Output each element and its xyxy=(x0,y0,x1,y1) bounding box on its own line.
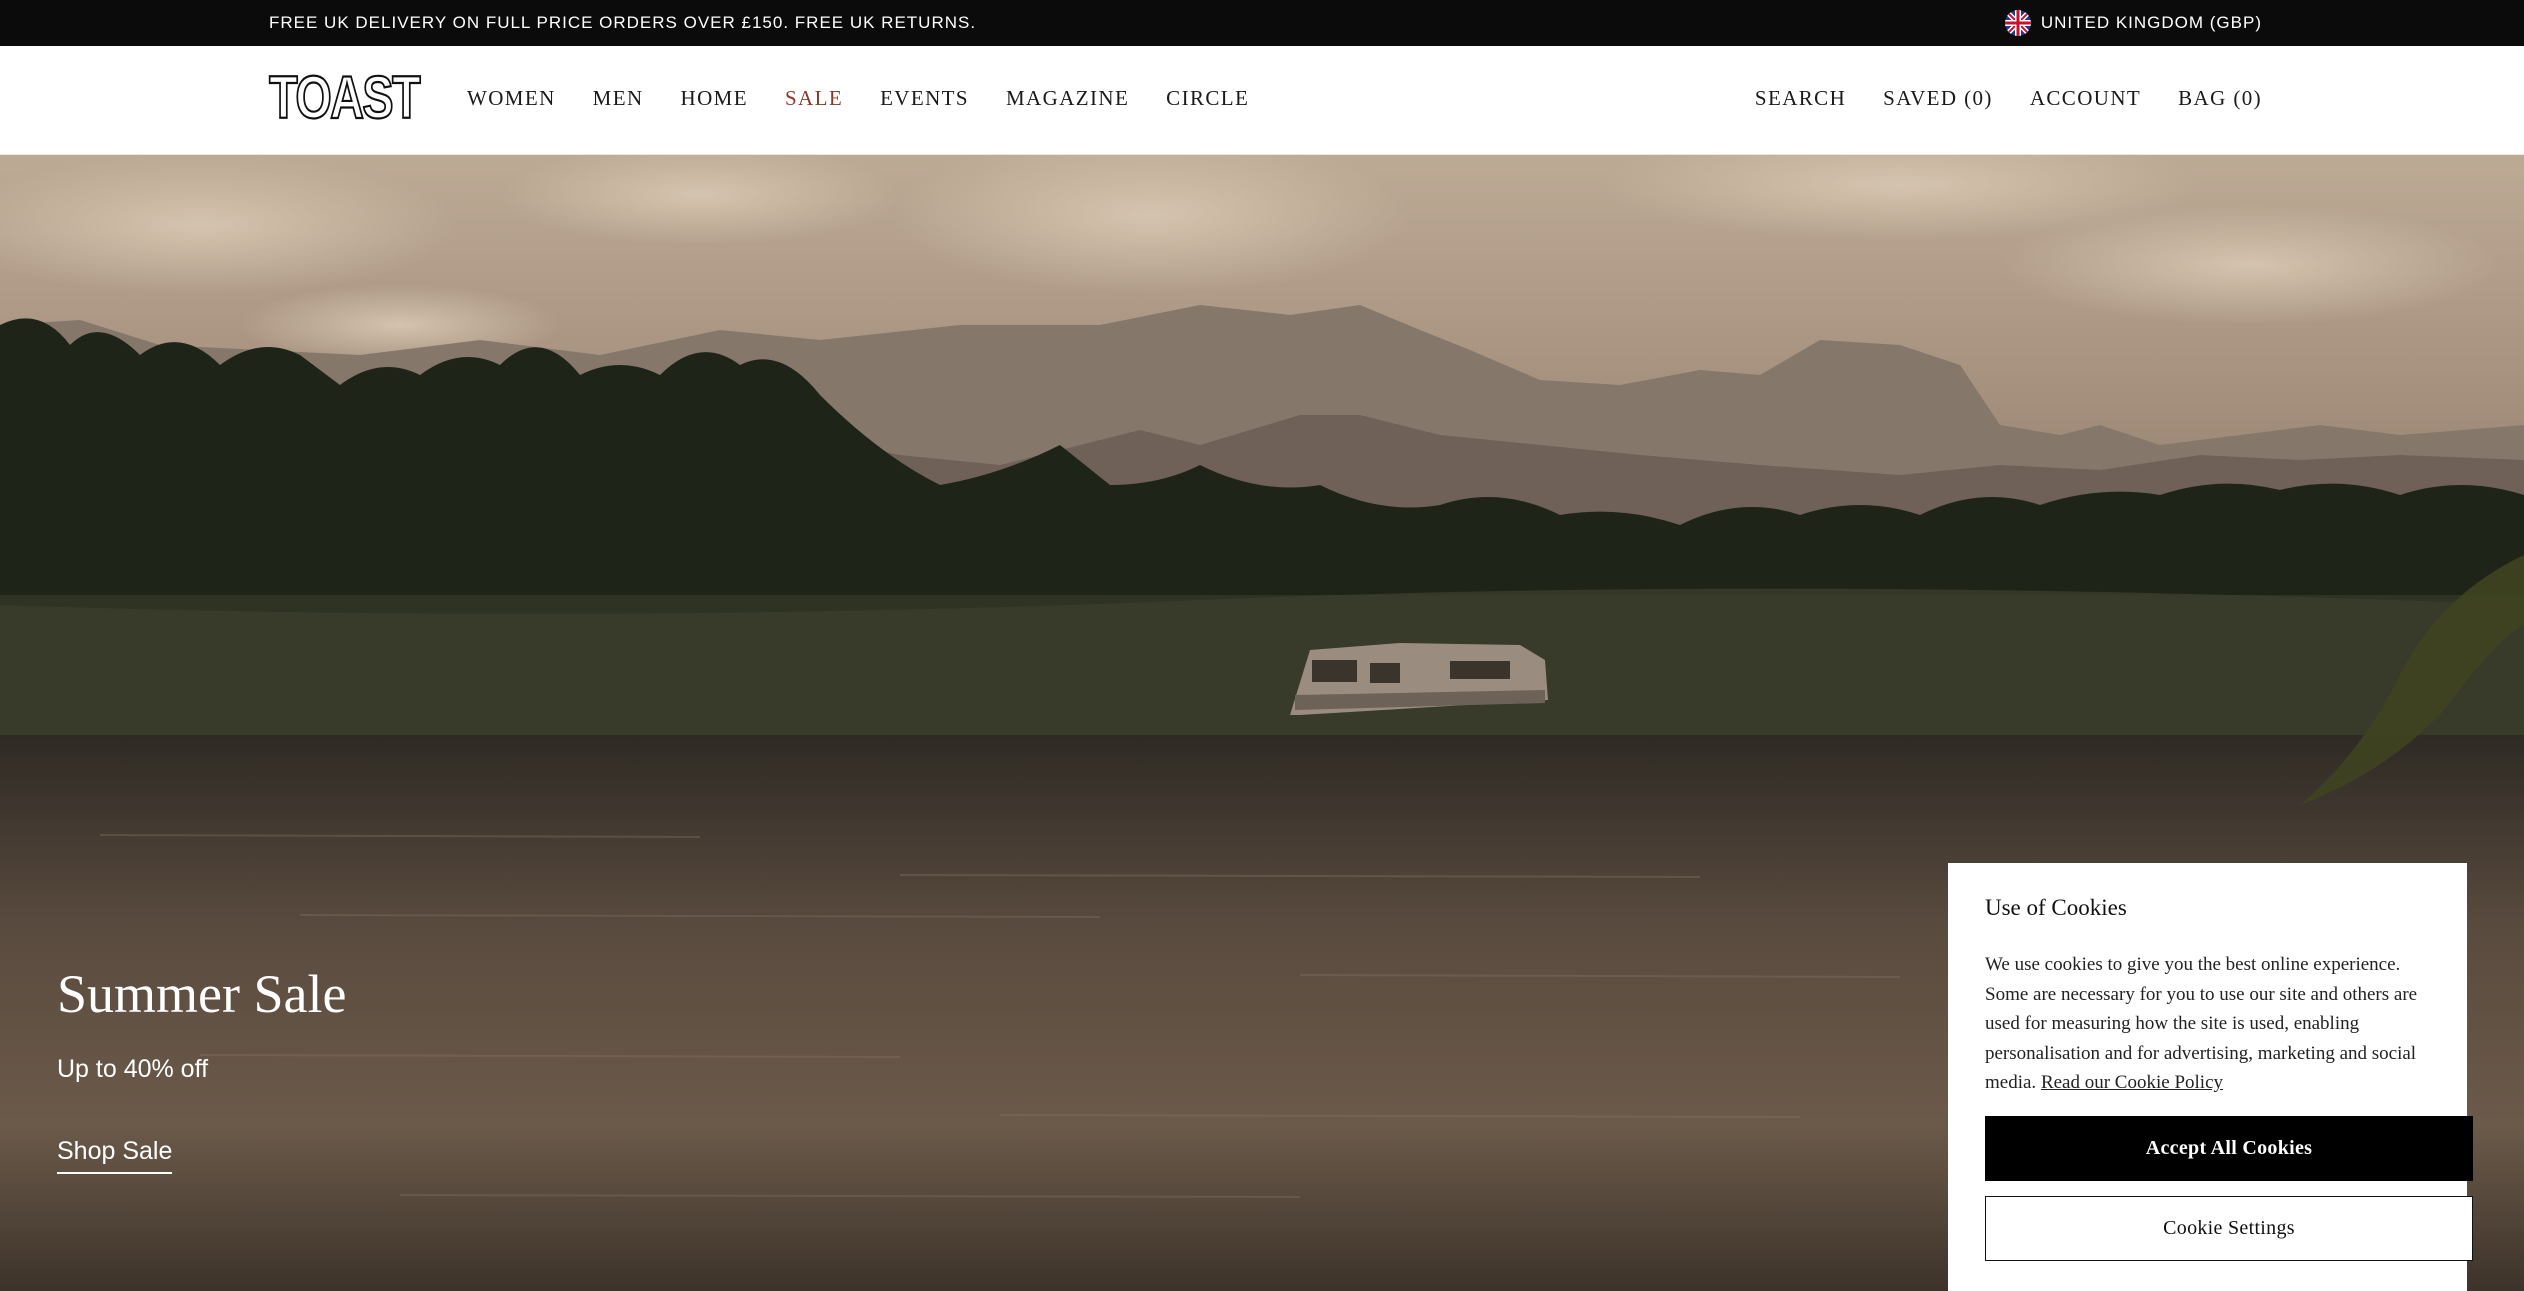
search-link[interactable]: SEARCH xyxy=(1755,86,1846,111)
hero-title: Summer Sale xyxy=(57,964,347,1024)
hero-subtitle: Up to 40% off xyxy=(57,1055,209,1083)
nav-events[interactable]: EVENTS xyxy=(880,86,969,111)
promo-text: FREE UK DELIVERY ON FULL PRICE ORDERS OV… xyxy=(269,13,977,32)
main-nav: WOMEN MEN HOME SALE EVENTS MAGAZINE CIRC… xyxy=(467,86,1249,111)
cookie-banner: Use of Cookies We use cookies to give yo… xyxy=(1948,863,2473,1291)
nav-women[interactable]: WOMEN xyxy=(467,86,556,111)
bag-link[interactable]: BAG (0) xyxy=(2178,86,2262,111)
logo-wordmark[interactable]: TOAST xyxy=(268,66,421,128)
account-link[interactable]: ACCOUNT xyxy=(2030,86,2141,111)
cookie-policy-link[interactable]: Read our Cookie Policy xyxy=(2041,1072,2223,1093)
region-selector[interactable]: UNITED KINGDOM (GBP) xyxy=(2004,10,2262,36)
saved-link[interactable]: SAVED (0) xyxy=(1883,86,1993,111)
accept-all-cookies-button[interactable]: Accept All Cookies xyxy=(1985,1116,2473,1181)
uk-flag-icon xyxy=(2004,10,2031,36)
promo-bar: FREE UK DELIVERY ON FULL PRICE ORDERS OV… xyxy=(0,0,2524,46)
cookie-title: Use of Cookies xyxy=(1985,895,2127,920)
cookie-settings-button[interactable]: Cookie Settings xyxy=(1985,1196,2473,1261)
toast-logo[interactable]: TOAST xyxy=(268,66,421,128)
nav-magazine[interactable]: MAGAZINE xyxy=(1006,86,1129,111)
nav-home[interactable]: HOME xyxy=(681,86,748,111)
shop-sale-link[interactable]: Shop Sale xyxy=(57,1137,173,1174)
region-label[interactable]: UNITED KINGDOM (GBP) xyxy=(2041,13,2262,33)
site-header: TOAST WOMEN MEN HOME SALE EVENTS MAGAZIN… xyxy=(0,46,2524,155)
nav-circle[interactable]: CIRCLE xyxy=(1166,86,1249,111)
nav-men[interactable]: MEN xyxy=(593,86,644,111)
nav-sale[interactable]: SALE xyxy=(785,86,843,111)
cookie-body: We use cookies to give you the best onli… xyxy=(1985,950,2445,1098)
utility-nav: SEARCH SAVED (0) ACCOUNT BAG (0) xyxy=(1755,86,2262,111)
